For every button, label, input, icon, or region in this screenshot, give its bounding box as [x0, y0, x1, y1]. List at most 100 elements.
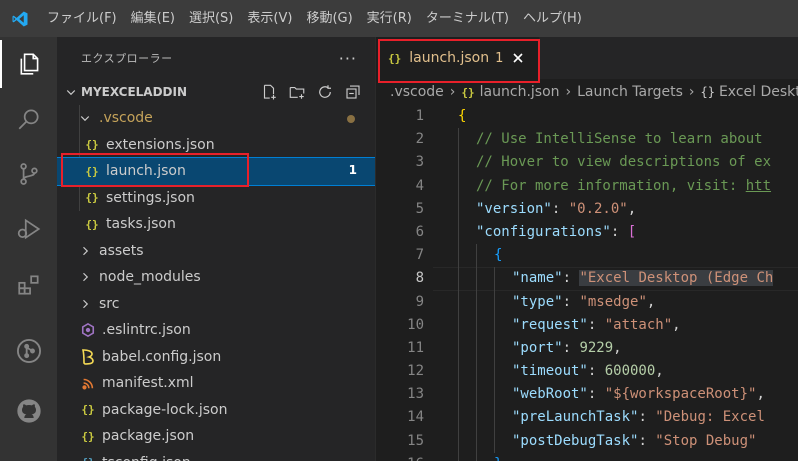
eslint-file-icon: [79, 323, 97, 338]
breadcrumb-folder[interactable]: .vscode: [390, 84, 444, 100]
code-token: [: [627, 223, 637, 240]
json-file-icon: {}: [85, 164, 99, 178]
menu-item[interactable]: ファイル(F): [40, 0, 124, 37]
indent-guide: [476, 360, 477, 384]
title-bar: ファイル(F) 編集(E) 選択(S) 表示(V) 移動(G) 実行(R) ターミナル(T)…: [0, 0, 798, 37]
source-control-icon[interactable]: [0, 150, 57, 198]
tree-folder[interactable]: src: [57, 291, 375, 318]
object-icon: {}: [700, 85, 715, 99]
json-file-icon: {}: [81, 429, 95, 443]
line-number: 16: [376, 453, 424, 461]
refresh-icon[interactable]: [315, 82, 335, 102]
breadcrumb: .vscode › {} launch.json › Launch Target…: [376, 79, 798, 105]
code-token: // Hover to view descriptions of ex: [476, 154, 772, 171]
indent-guide: [458, 360, 459, 384]
breadcrumb-file[interactable]: launch.json: [480, 84, 560, 100]
project-section-header[interactable]: MYEXCELADDIN: [57, 79, 375, 105]
tab-launch-json[interactable]: {} launch.json 1: [376, 37, 540, 79]
menu-item[interactable]: 表示(V): [240, 0, 299, 37]
collapse-all-icon[interactable]: [343, 82, 363, 102]
line-content: "port": 9229,: [512, 337, 622, 360]
line-content: // For more information, visit: htt: [476, 175, 771, 198]
tree-item-label: launch.json: [106, 163, 186, 180]
line-content: "preLaunchTask": "Debug: Excel: [512, 406, 765, 429]
code-token: ,: [756, 386, 765, 403]
tree-file[interactable]: {} package-lock.json: [57, 397, 375, 424]
indent-guide: [494, 336, 495, 361]
tree-file[interactable]: {} launch.json 1: [57, 157, 375, 186]
line-number: 14: [407, 409, 424, 426]
line-number: 15: [407, 432, 424, 449]
indent-guide: [494, 360, 495, 384]
line-content: },: [494, 453, 511, 461]
line-number: 7: [415, 247, 424, 264]
line-number: 12: [407, 363, 424, 380]
menu-item[interactable]: ヘルプ(H): [516, 0, 589, 37]
menu-item[interactable]: 選択(S): [182, 0, 240, 37]
code-token: // Use IntelliSense to learn about: [476, 131, 772, 148]
tree-folder[interactable]: assets: [57, 238, 375, 265]
new-folder-icon[interactable]: [287, 82, 307, 102]
indent-guide: [458, 383, 459, 407]
code-token: :: [551, 200, 569, 217]
menu-item[interactable]: 編集(E): [124, 0, 182, 37]
code-token: {: [458, 108, 467, 124]
menu-bar: ファイル(F) 編集(E) 選択(S) 表示(V) 移動(G) 実行(R) ターミナル(T)…: [40, 0, 589, 37]
tree-file[interactable]: babel.config.json: [57, 344, 375, 371]
search-icon[interactable]: [0, 95, 57, 143]
menu-item[interactable]: ターミナル(T): [419, 0, 516, 37]
tree-item-label: babel.config.json: [102, 348, 222, 365]
code-token: 9229: [579, 339, 614, 356]
indent-guide: [458, 244, 459, 268]
indent-guide: [476, 429, 477, 453]
activity-bar: [0, 37, 57, 461]
tree-file[interactable]: {} extensions.json: [57, 132, 375, 159]
code-editor[interactable]: 1{2// Use IntelliSense to learn about 3/…: [376, 105, 798, 461]
tree-file[interactable]: {} tsconfig.json: [57, 450, 375, 461]
tree-file[interactable]: {} tasks.json: [57, 211, 375, 238]
editor-area: {} launch.json 1 .vscode › {} launch.jso…: [376, 37, 798, 461]
github-icon[interactable]: [0, 387, 57, 435]
tree-file[interactable]: {} package.json: [57, 423, 375, 450]
code-token: :: [587, 363, 605, 380]
tab-problem-count: 1: [495, 50, 504, 66]
tree-item-label: settings.json: [106, 189, 195, 206]
indent-guide: [494, 406, 495, 430]
code-line: 1{: [376, 105, 798, 128]
more-actions-icon[interactable]: ···: [339, 49, 357, 68]
project-name: MYEXCELADDIN: [81, 85, 188, 99]
code-line: 14 "preLaunchTask": "Debug: Excel: [376, 406, 798, 430]
tree-file[interactable]: {} settings.json: [57, 185, 375, 212]
menu-item[interactable]: 移動(G): [299, 0, 359, 37]
code-line: 2 // Use IntelliSense to learn about: [376, 128, 798, 152]
indent-guide: [458, 290, 459, 314]
breadcrumb-section[interactable]: Launch Targets: [577, 84, 683, 100]
breadcrumb-item[interactable]: Excel Deskto: [719, 84, 798, 100]
code-token: :: [610, 223, 628, 240]
extensions-icon[interactable]: [0, 261, 57, 309]
new-file-icon[interactable]: [259, 82, 279, 102]
tree-folder[interactable]: node_modules: [57, 264, 375, 291]
code-line: 15 "postDebugTask": "Stop Debug": [376, 429, 798, 453]
indent-guide: [494, 383, 495, 407]
json-file-icon: {}: [85, 217, 99, 231]
tree-file[interactable]: .eslintrc.json: [57, 317, 375, 344]
explorer-icon[interactable]: [0, 40, 57, 88]
tree-item-label: assets: [99, 242, 144, 259]
line-number: 1: [415, 108, 424, 124]
indent-guide: [458, 452, 459, 461]
code-token: htt: [745, 177, 772, 194]
tree-file[interactable]: manifest.xml: [57, 370, 375, 397]
tree-folder[interactable]: .vscode: [57, 105, 375, 132]
close-icon[interactable]: [509, 52, 527, 64]
code-token: ,: [672, 316, 681, 333]
json-file-icon: {}: [388, 51, 402, 65]
code-line: 9 "type": "msedge",: [376, 290, 798, 314]
run-debug-icon[interactable]: [0, 205, 57, 253]
code-token: "type": [512, 293, 563, 310]
menu-item[interactable]: 実行(R): [360, 0, 419, 37]
chevron-down-icon: [63, 86, 79, 98]
git-graph-icon[interactable]: [0, 327, 57, 375]
code-token: },: [494, 456, 511, 461]
code-token: "postDebugTask": [512, 432, 639, 449]
